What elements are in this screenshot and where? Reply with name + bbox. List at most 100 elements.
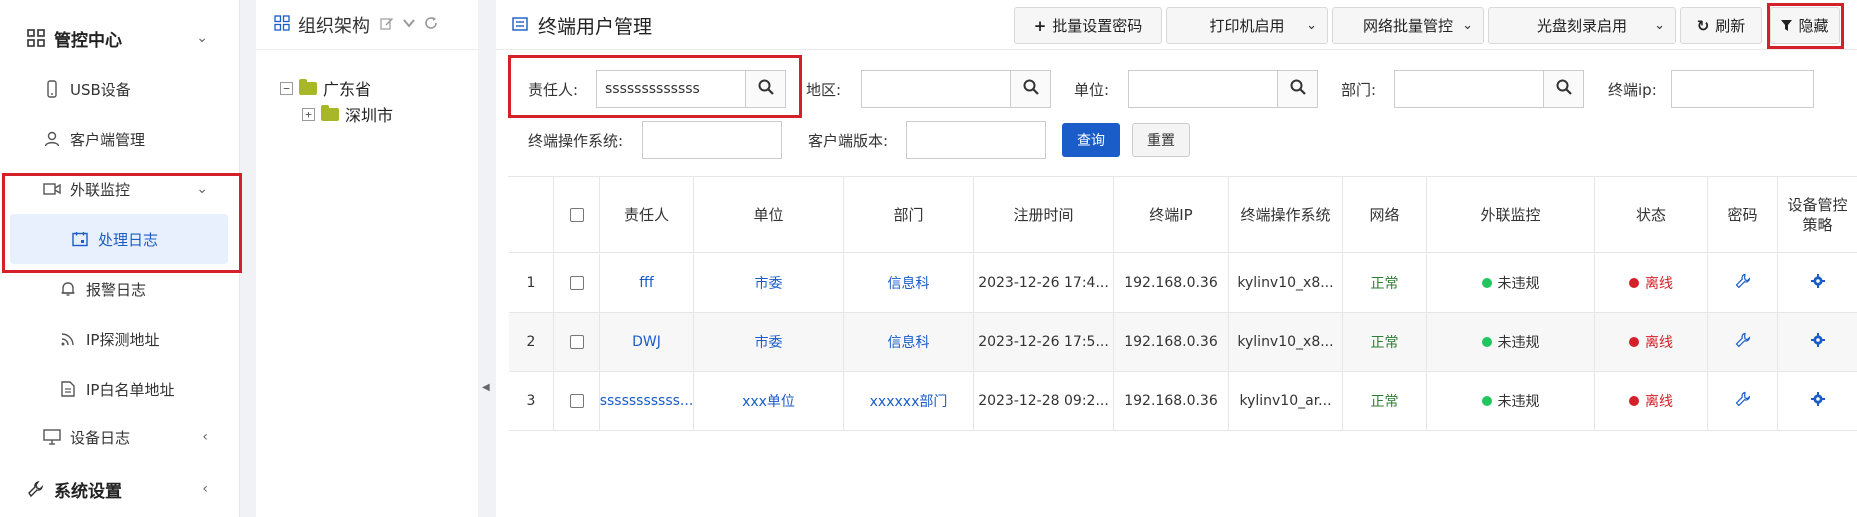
signal-icon bbox=[58, 329, 78, 349]
tree-node-shenzhen[interactable]: + 深圳市 bbox=[302, 102, 393, 126]
dept-input[interactable] bbox=[1394, 70, 1544, 108]
page-title: 终端用户管理 bbox=[512, 12, 652, 39]
unit-cell[interactable]: 市委 bbox=[694, 313, 844, 371]
select-label: 打印机启用 bbox=[1209, 17, 1285, 35]
unit-search-button[interactable] bbox=[1278, 70, 1318, 108]
ip-cell: 192.168.0.36 bbox=[1114, 254, 1229, 312]
password-cell[interactable] bbox=[1708, 254, 1778, 312]
table-row[interactable]: 2 DWJ 市委 信息科 2023-12-26 17:5... 192.168.… bbox=[509, 313, 1857, 372]
reset-button[interactable]: 重置 bbox=[1132, 123, 1190, 157]
grid-icon bbox=[274, 14, 290, 35]
policy-cell[interactable] bbox=[1778, 254, 1857, 312]
sidebar-item-label: IP探测地址 bbox=[86, 330, 160, 349]
header-password[interactable]: 密码 bbox=[1708, 177, 1778, 252]
gear-icon[interactable] bbox=[1810, 333, 1825, 351]
sidebar-item-ip-probe[interactable]: IP探测地址 bbox=[0, 314, 240, 364]
dept-label: 部门: bbox=[1341, 81, 1377, 99]
sidebar-item-client[interactable]: 客户端管理 bbox=[0, 114, 240, 164]
client-version-input[interactable] bbox=[906, 121, 1046, 159]
refresh-icon[interactable] bbox=[424, 16, 438, 34]
disc-burn-select[interactable]: 光盘刻录启用 ⌄ bbox=[1488, 7, 1676, 44]
sidebar-item-control-center[interactable]: 管控中心 ⌄ bbox=[0, 13, 240, 63]
batch-password-button[interactable]: + 批量设置密码 bbox=[1014, 7, 1162, 44]
terminal-table: 责任人 单位 部门 注册时间 终端IP 终端操作系统 网络 外联监控 状态 密码… bbox=[508, 176, 1857, 431]
password-cell[interactable] bbox=[1708, 313, 1778, 371]
header-select-all[interactable] bbox=[554, 177, 600, 252]
policy-cell[interactable] bbox=[1778, 313, 1857, 371]
row-checkbox-cell[interactable] bbox=[554, 254, 600, 312]
header-os[interactable]: 终端操作系统 bbox=[1229, 177, 1343, 252]
checkbox[interactable] bbox=[569, 276, 584, 290]
sidebar-item-system-settings[interactable]: 系统设置 ‹ bbox=[0, 464, 240, 514]
os-label: 终端操作系统: bbox=[528, 132, 624, 150]
header-status[interactable]: 状态 bbox=[1595, 177, 1708, 252]
table-row[interactable]: 3 sssssssssss... xxx单位 xxxxxx部门 2023-12-… bbox=[509, 372, 1857, 431]
sidebar-item-ip-whitelist[interactable]: IP白名单地址 bbox=[0, 364, 240, 414]
network-select[interactable]: 网络批量管控 ⌄ bbox=[1332, 7, 1484, 44]
wrench-icon[interactable] bbox=[1735, 332, 1751, 352]
expand-icon[interactable]: + bbox=[302, 107, 315, 121]
owner-cell[interactable]: DWJ bbox=[600, 313, 694, 371]
chevron-down-icon[interactable] bbox=[402, 16, 416, 34]
wrench-icon[interactable] bbox=[1735, 391, 1751, 411]
status-cell: 离线 bbox=[1595, 313, 1708, 371]
dept-cell[interactable]: xxxxxx部门 bbox=[844, 372, 974, 430]
chevron-down-icon: ⌄ bbox=[196, 30, 208, 46]
status-cell: 离线 bbox=[1595, 372, 1708, 430]
header-register-time[interactable]: 注册时间 bbox=[974, 177, 1114, 252]
policy-cell[interactable] bbox=[1778, 372, 1857, 430]
sidebar-item-label: IP白名单地址 bbox=[86, 380, 175, 399]
org-tree-panel: 组织架构 − 广东省 + 深圳市 bbox=[256, 0, 478, 517]
tree-node-guangdong[interactable]: − 广东省 bbox=[280, 76, 371, 100]
unit-cell[interactable]: xxx单位 bbox=[694, 372, 844, 430]
sidebar-item-usb[interactable]: USB设备 bbox=[0, 64, 240, 114]
row-index: 1 bbox=[509, 254, 554, 312]
region-search-button[interactable] bbox=[1011, 70, 1051, 108]
checkbox[interactable] bbox=[569, 394, 584, 408]
gear-icon[interactable] bbox=[1810, 392, 1825, 410]
header-external-monitor[interactable]: 外联监控 bbox=[1427, 177, 1595, 252]
header-network[interactable]: 网络 bbox=[1343, 177, 1427, 252]
query-button[interactable]: 查询 bbox=[1062, 123, 1120, 157]
owner-cell[interactable]: fff bbox=[600, 254, 694, 312]
status-text: 离线 bbox=[1645, 394, 1673, 410]
refresh-button[interactable]: ↻ 刷新 bbox=[1680, 7, 1762, 44]
unit-cell[interactable]: 市委 bbox=[694, 254, 844, 312]
edit-icon[interactable] bbox=[380, 16, 394, 34]
table-row[interactable]: 1 fff 市委 信息科 2023-12-26 17:4... 192.168.… bbox=[509, 254, 1857, 313]
button-label: 刷新 bbox=[1715, 17, 1746, 35]
chevron-left-icon: ‹ bbox=[202, 481, 208, 497]
checkbox[interactable] bbox=[569, 335, 584, 349]
header-device-policy[interactable]: 设备管控策略 bbox=[1778, 177, 1857, 252]
monitor-cell: 未违规 bbox=[1427, 254, 1595, 312]
wrench-icon[interactable] bbox=[1735, 273, 1751, 293]
dept-cell[interactable]: 信息科 bbox=[844, 313, 974, 371]
unit-input[interactable] bbox=[1128, 70, 1278, 108]
os-input[interactable] bbox=[642, 121, 782, 159]
gear-icon[interactable] bbox=[1810, 274, 1825, 292]
region-input[interactable] bbox=[861, 70, 1011, 108]
row-checkbox-cell[interactable] bbox=[554, 313, 600, 371]
unit-label: 单位: bbox=[1074, 81, 1110, 99]
owner-cell[interactable]: sssssssssss... bbox=[600, 372, 694, 430]
header-unit[interactable]: 单位 bbox=[694, 177, 844, 252]
chevron-down-icon: ⌄ bbox=[1306, 18, 1317, 33]
search-icon bbox=[1556, 79, 1572, 99]
header-dept[interactable]: 部门 bbox=[844, 177, 974, 252]
printer-select[interactable]: 打印机启用 ⌄ bbox=[1166, 7, 1328, 44]
ip-input[interactable] bbox=[1671, 70, 1814, 108]
dept-cell[interactable]: 信息科 bbox=[844, 254, 974, 312]
monitor-cell: 未违规 bbox=[1427, 313, 1595, 371]
app-root: 管控中心 ⌄ USB设备 客户端管理 外联监控 ⌄ 处理日志 报警日志 IP探测… bbox=[0, 0, 1857, 517]
collapse-icon[interactable]: − bbox=[280, 81, 293, 95]
dept-search-button[interactable] bbox=[1544, 70, 1584, 108]
sidebar-item-device-log[interactable]: 设备日志 ‹ bbox=[0, 412, 240, 462]
header-owner[interactable]: 责任人 bbox=[600, 177, 694, 252]
password-cell[interactable] bbox=[1708, 372, 1778, 430]
checkbox[interactable] bbox=[569, 207, 584, 222]
panel-collapse-handle[interactable]: ◀ bbox=[482, 382, 490, 393]
header-terminal-ip[interactable]: 终端IP bbox=[1114, 177, 1229, 252]
os-cell: kylinv10_ar... bbox=[1229, 372, 1343, 430]
row-checkbox-cell[interactable] bbox=[554, 372, 600, 430]
select-label: 网络批量管控 bbox=[1362, 17, 1453, 35]
